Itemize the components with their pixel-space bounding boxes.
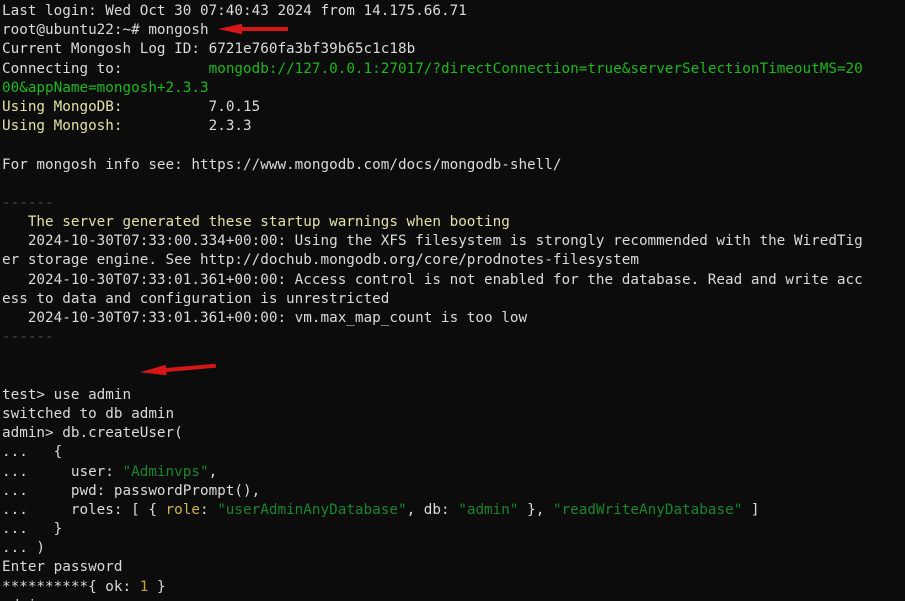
terminal-window[interactable]: Last login: Wed Oct 30 07:40:43 2024 fro…	[0, 0, 905, 601]
terminal-text: 7.0.15	[208, 98, 261, 115]
terminal-line: admin>	[2, 597, 905, 601]
terminal-screen: Last login: Wed Oct 30 07:40:43 2024 fro…	[2, 2, 905, 601]
terminal-text: Using Mongosh:	[2, 118, 123, 135]
terminal-text: For mongosh info see: https://www.mongod…	[2, 156, 562, 173]
terminal-line: ... pwd: passwordPrompt(),	[2, 482, 905, 501]
terminal-line: ------	[2, 194, 905, 213]
terminal-text: 00&appName=mongosh+2.3.3	[2, 79, 209, 96]
terminal-line: ... roles: [ { role: "userAdminAnyDataba…	[2, 501, 905, 520]
terminal-line: 2024-10-30T07:33:00.334+00:00: Using the…	[2, 232, 905, 251]
terminal-text: 2024-10-30T07:33:01.361+00:00: vm.max_ma…	[2, 310, 528, 326]
terminal-text: The server generated these startup warni…	[2, 214, 510, 231]
terminal-line: ... user: "Adminvps",	[2, 463, 905, 482]
terminal-text: ... {	[2, 444, 63, 461]
tab-spacer	[140, 61, 209, 77]
terminal-line: 2024-10-30T07:33:01.361+00:00: vm.max_ma…	[2, 309, 905, 328]
terminal-text: 2024-10-30T07:33:01.361+00:00: Access co…	[2, 271, 863, 288]
terminal-line: Enter password	[2, 558, 905, 577]
terminal-line: ... {	[2, 443, 905, 462]
terminal-text: },	[518, 501, 553, 518]
terminal-text: , db:	[406, 501, 459, 518]
terminal-text: "Adminvps"	[122, 463, 209, 480]
terminal-text: mongodb://127.0.0.1:27017/?directConnect…	[208, 60, 863, 77]
terminal-text: **********	[2, 578, 89, 595]
terminal-text: Last login: Wed Oct 30 07:40:43 2024 fro…	[2, 3, 467, 19]
tab-spacer	[140, 118, 209, 134]
terminal-line: Using Mongosh: 2.3.3	[2, 117, 905, 136]
terminal-line: 00&appName=mongosh+2.3.3	[2, 79, 905, 98]
terminal-text: admin> db.createUser(	[2, 425, 183, 442]
terminal-text: er storage engine. See http://dochub.mon…	[2, 252, 639, 269]
terminal-text: Connecting to:	[2, 60, 123, 77]
terminal-line: Last login: Wed Oct 30 07:40:43 2024 fro…	[2, 2, 905, 21]
terminal-line: The server generated these startup warni…	[2, 213, 905, 232]
terminal-text: test> use admin	[2, 386, 132, 403]
terminal-line: Connecting to: mongodb://127.0.0.1:27017…	[2, 60, 905, 79]
terminal-text: "readWriteAnyDatabase"	[552, 501, 743, 518]
terminal-text: "admin"	[458, 501, 519, 518]
terminal-line: ... )	[2, 539, 905, 558]
terminal-text: ]	[742, 501, 760, 518]
terminal-text: ... )	[2, 540, 46, 557]
tab-spacer	[140, 99, 209, 115]
terminal-text: ... }	[2, 521, 63, 538]
terminal-line: root@ubuntu22:~# mongosh	[2, 21, 905, 40]
terminal-text: :	[199, 501, 218, 518]
terminal-line: admin> db.createUser(	[2, 424, 905, 443]
tab-spacer	[123, 99, 140, 115]
terminal-line: For mongosh info see: https://www.mongod…	[2, 156, 905, 175]
terminal-line: ... }	[2, 520, 905, 539]
terminal-text: 6721e760fa3bf39b65c1c18b	[208, 41, 416, 58]
terminal-text: Using MongoDB:	[2, 98, 123, 115]
terminal-line: **********{ ok: 1 }	[2, 578, 905, 597]
tab-spacer	[200, 41, 209, 57]
terminal-text: switched to db admin	[2, 405, 175, 422]
terminal-line: Current Mongosh Log ID: 6721e760fa3bf39b…	[2, 40, 905, 59]
terminal-text: ... pwd: passwordPrompt(),	[2, 482, 261, 499]
terminal-line: switched to db admin	[2, 405, 905, 424]
terminal-line: ------	[2, 328, 905, 347]
terminal-line: er storage engine. See http://dochub.mon…	[2, 251, 905, 270]
terminal-line: 2024-10-30T07:33:01.361+00:00: Access co…	[2, 271, 905, 290]
tab-spacer	[123, 118, 140, 134]
terminal-line: Using MongoDB: 7.0.15	[2, 98, 905, 117]
terminal-text: role	[165, 501, 200, 518]
terminal-line: test> use admin	[2, 386, 905, 405]
terminal-text: { ok:	[88, 578, 140, 595]
terminal-text: Enter password	[2, 559, 123, 576]
tab-spacer	[123, 61, 140, 77]
terminal-text: ess to data and configuration is unrestr…	[2, 290, 390, 307]
terminal-text: ,	[208, 463, 218, 480]
terminal-text: root@ubuntu22:~# mongosh	[2, 22, 209, 39]
terminal-text: 2.3.3	[208, 118, 252, 135]
terminal-text: ... user:	[2, 463, 123, 480]
terminal-text: ------	[2, 329, 54, 346]
terminal-line: ess to data and configuration is unrestr…	[2, 290, 905, 309]
terminal-text: ... roles: [ {	[2, 501, 166, 518]
terminal-text: }	[148, 578, 166, 595]
terminal-text: "userAdminAnyDatabase"	[217, 501, 407, 518]
terminal-text: ------	[2, 194, 54, 211]
terminal-text: 2024-10-30T07:33:00.334+00:00: Using the…	[2, 233, 863, 250]
terminal-text: Current Mongosh Log ID:	[2, 41, 200, 58]
